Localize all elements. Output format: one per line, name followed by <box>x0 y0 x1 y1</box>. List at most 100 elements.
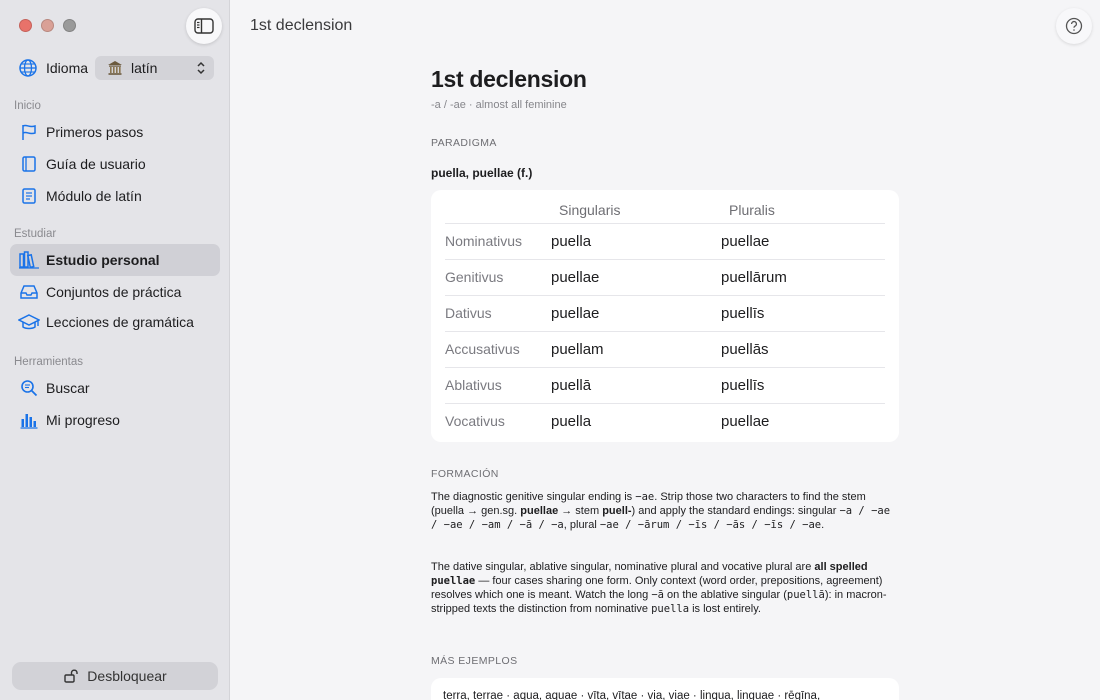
text-run: → stem <box>558 505 603 517</box>
flag-icon <box>22 124 36 140</box>
case-name: Genitivus <box>445 259 551 296</box>
table-row: Dativus puellae puellīs <box>445 295 885 332</box>
table-row: Vocativus puella puellae <box>445 403 885 439</box>
books-icon <box>19 251 39 269</box>
main-content: 1st declension 1st declension -a / -ae ·… <box>231 0 1100 700</box>
plural-form: puellās <box>721 331 885 368</box>
text-run: on the ablative singular ( <box>663 589 787 601</box>
formation-caption: FORMACIÓN <box>431 468 499 480</box>
table-row: Nominativus puella puellae <box>445 223 885 260</box>
language-row: Idioma latín <box>18 56 214 80</box>
code-run: puellae <box>431 575 476 587</box>
examples-list: terra, terrae · aqua, aquae · vīta, vīta… <box>443 690 821 700</box>
document-icon <box>22 188 36 204</box>
table-header-case <box>445 198 551 224</box>
code-run: puella <box>651 603 690 615</box>
singular-form: puella <box>551 223 721 260</box>
close-window-button[interactable] <box>19 19 32 32</box>
singular-form: puellae <box>551 295 721 332</box>
sidebar-toggle-button[interactable] <box>186 8 222 44</box>
text-run: . <box>821 519 825 531</box>
sidebar-item-label: Primeros pasos <box>46 124 144 140</box>
bold-run: all spelled <box>814 561 868 573</box>
singular-form: puellam <box>551 331 721 368</box>
plural-form: puellae <box>721 412 770 430</box>
table-header-plural: Pluralis <box>721 198 885 224</box>
chevron-up-down-icon <box>197 61 205 75</box>
chart-icon <box>20 414 38 429</box>
unlock-button[interactable]: Desbloquear <box>12 662 218 690</box>
language-value: latín <box>131 60 158 76</box>
graduation-cap-icon <box>18 314 40 330</box>
tray-icon <box>20 285 38 299</box>
case-name: Vocativus <box>445 413 505 430</box>
sidebar-item-lecciones-de-gramatica[interactable]: Lecciones de gramática <box>10 306 220 338</box>
temple-icon <box>108 61 122 75</box>
formation-paragraph-2: The dative singular, ablative singular, … <box>431 560 899 616</box>
examples-card: terra, terrae · aqua, aquae · vīta, vīta… <box>431 678 899 700</box>
article: 1st declension -a / -ae · almost all fem… <box>431 66 899 700</box>
question-mark-icon <box>1065 17 1083 35</box>
code-run: −ae / −ārum / −īs / −ās / −īs / −ae <box>599 519 822 531</box>
unlock-icon <box>64 669 78 683</box>
singular-form: puellā <box>551 367 721 404</box>
plural-form: puellīs <box>721 367 885 404</box>
search-icon <box>21 380 38 397</box>
sidebar-item-mi-progreso[interactable]: Mi progreso <box>10 404 220 436</box>
declension-table: Singularis Pluralis Nominativus puella pue… <box>445 198 885 439</box>
case-name: Ablativus <box>445 367 551 404</box>
sidebar: Idioma latín Inicio Primeros pasos Guía … <box>0 0 230 700</box>
window-controls <box>19 19 76 32</box>
code-run: −ae <box>635 491 655 503</box>
sidebar-item-label: Conjuntos de práctica <box>46 284 182 300</box>
plural-form: puellīs <box>721 295 885 332</box>
text-run: is lost entirely. <box>689 603 761 615</box>
help-button[interactable] <box>1056 8 1092 44</box>
formation-paragraph-1: The diagnostic genitive singular ending … <box>431 490 899 532</box>
sidebar-toggle-icon <box>194 18 214 34</box>
sidebar-item-modulo-de-latin[interactable]: Módulo de latín <box>10 180 220 212</box>
sidebar-item-buscar[interactable]: Buscar <box>10 372 220 404</box>
sidebar-item-estudio-personal[interactable]: Estudio personal <box>10 244 220 276</box>
singular-form: puellae <box>551 259 721 296</box>
section-heading-herramientas: Herramientas <box>14 356 84 368</box>
text-run: The dative singular, ablative singular, … <box>431 561 815 573</box>
sidebar-item-label: Buscar <box>46 380 90 396</box>
table-header-row: Singularis Pluralis <box>445 198 885 224</box>
table-row: Genitivus puellae puellārum <box>445 259 885 296</box>
book-icon <box>22 156 36 172</box>
case-name: Dativus <box>445 295 551 332</box>
bold-run: puellae <box>520 505 559 517</box>
minimize-window-button[interactable] <box>41 19 54 32</box>
plural-form: puellae <box>721 223 885 260</box>
examples-caption: MÁS EJEMPLOS <box>431 655 518 667</box>
page-title: 1st declension <box>431 66 587 92</box>
code-run: puellā <box>786 589 825 601</box>
sidebar-item-label: Módulo de latín <box>46 188 142 204</box>
text-run: , plural <box>563 519 600 531</box>
section-heading-inicio: Inicio <box>14 100 41 112</box>
sidebar-item-guia-de-usuario[interactable]: Guía de usuario <box>10 148 220 180</box>
bold-run: puell- <box>602 505 632 517</box>
paradigm-title: puella, puellae (f.) <box>431 166 533 180</box>
case-name: Nominativus <box>445 223 551 260</box>
code-run: −ā <box>651 589 664 601</box>
unlock-label: Desbloquear <box>87 668 167 684</box>
plural-form: puellārum <box>721 259 885 296</box>
table-row: Ablativus puellā puellīs <box>445 367 885 404</box>
sidebar-item-label: Estudio personal <box>46 252 160 268</box>
text-run: ) and apply the standard endings: singul… <box>631 505 840 517</box>
section-heading-estudiar: Estudiar <box>14 228 57 240</box>
singular-form: puella <box>551 412 592 430</box>
table-header-singular: Singularis <box>551 198 721 224</box>
sidebar-item-label: Guía de usuario <box>46 156 146 172</box>
sidebar-item-label: Lecciones de gramática <box>46 314 194 330</box>
sidebar-item-label: Mi progreso <box>46 412 120 428</box>
sidebar-item-primeros-pasos[interactable]: Primeros pasos <box>10 116 220 148</box>
zoom-window-button[interactable] <box>63 19 76 32</box>
case-name: Accusativus <box>445 331 551 368</box>
language-select[interactable]: latín <box>95 56 214 80</box>
sidebar-item-conjuntos-de-practica[interactable]: Conjuntos de práctica <box>10 276 220 308</box>
paradigm-caption: PARADIGMA <box>431 137 497 149</box>
globe-icon <box>19 59 37 77</box>
